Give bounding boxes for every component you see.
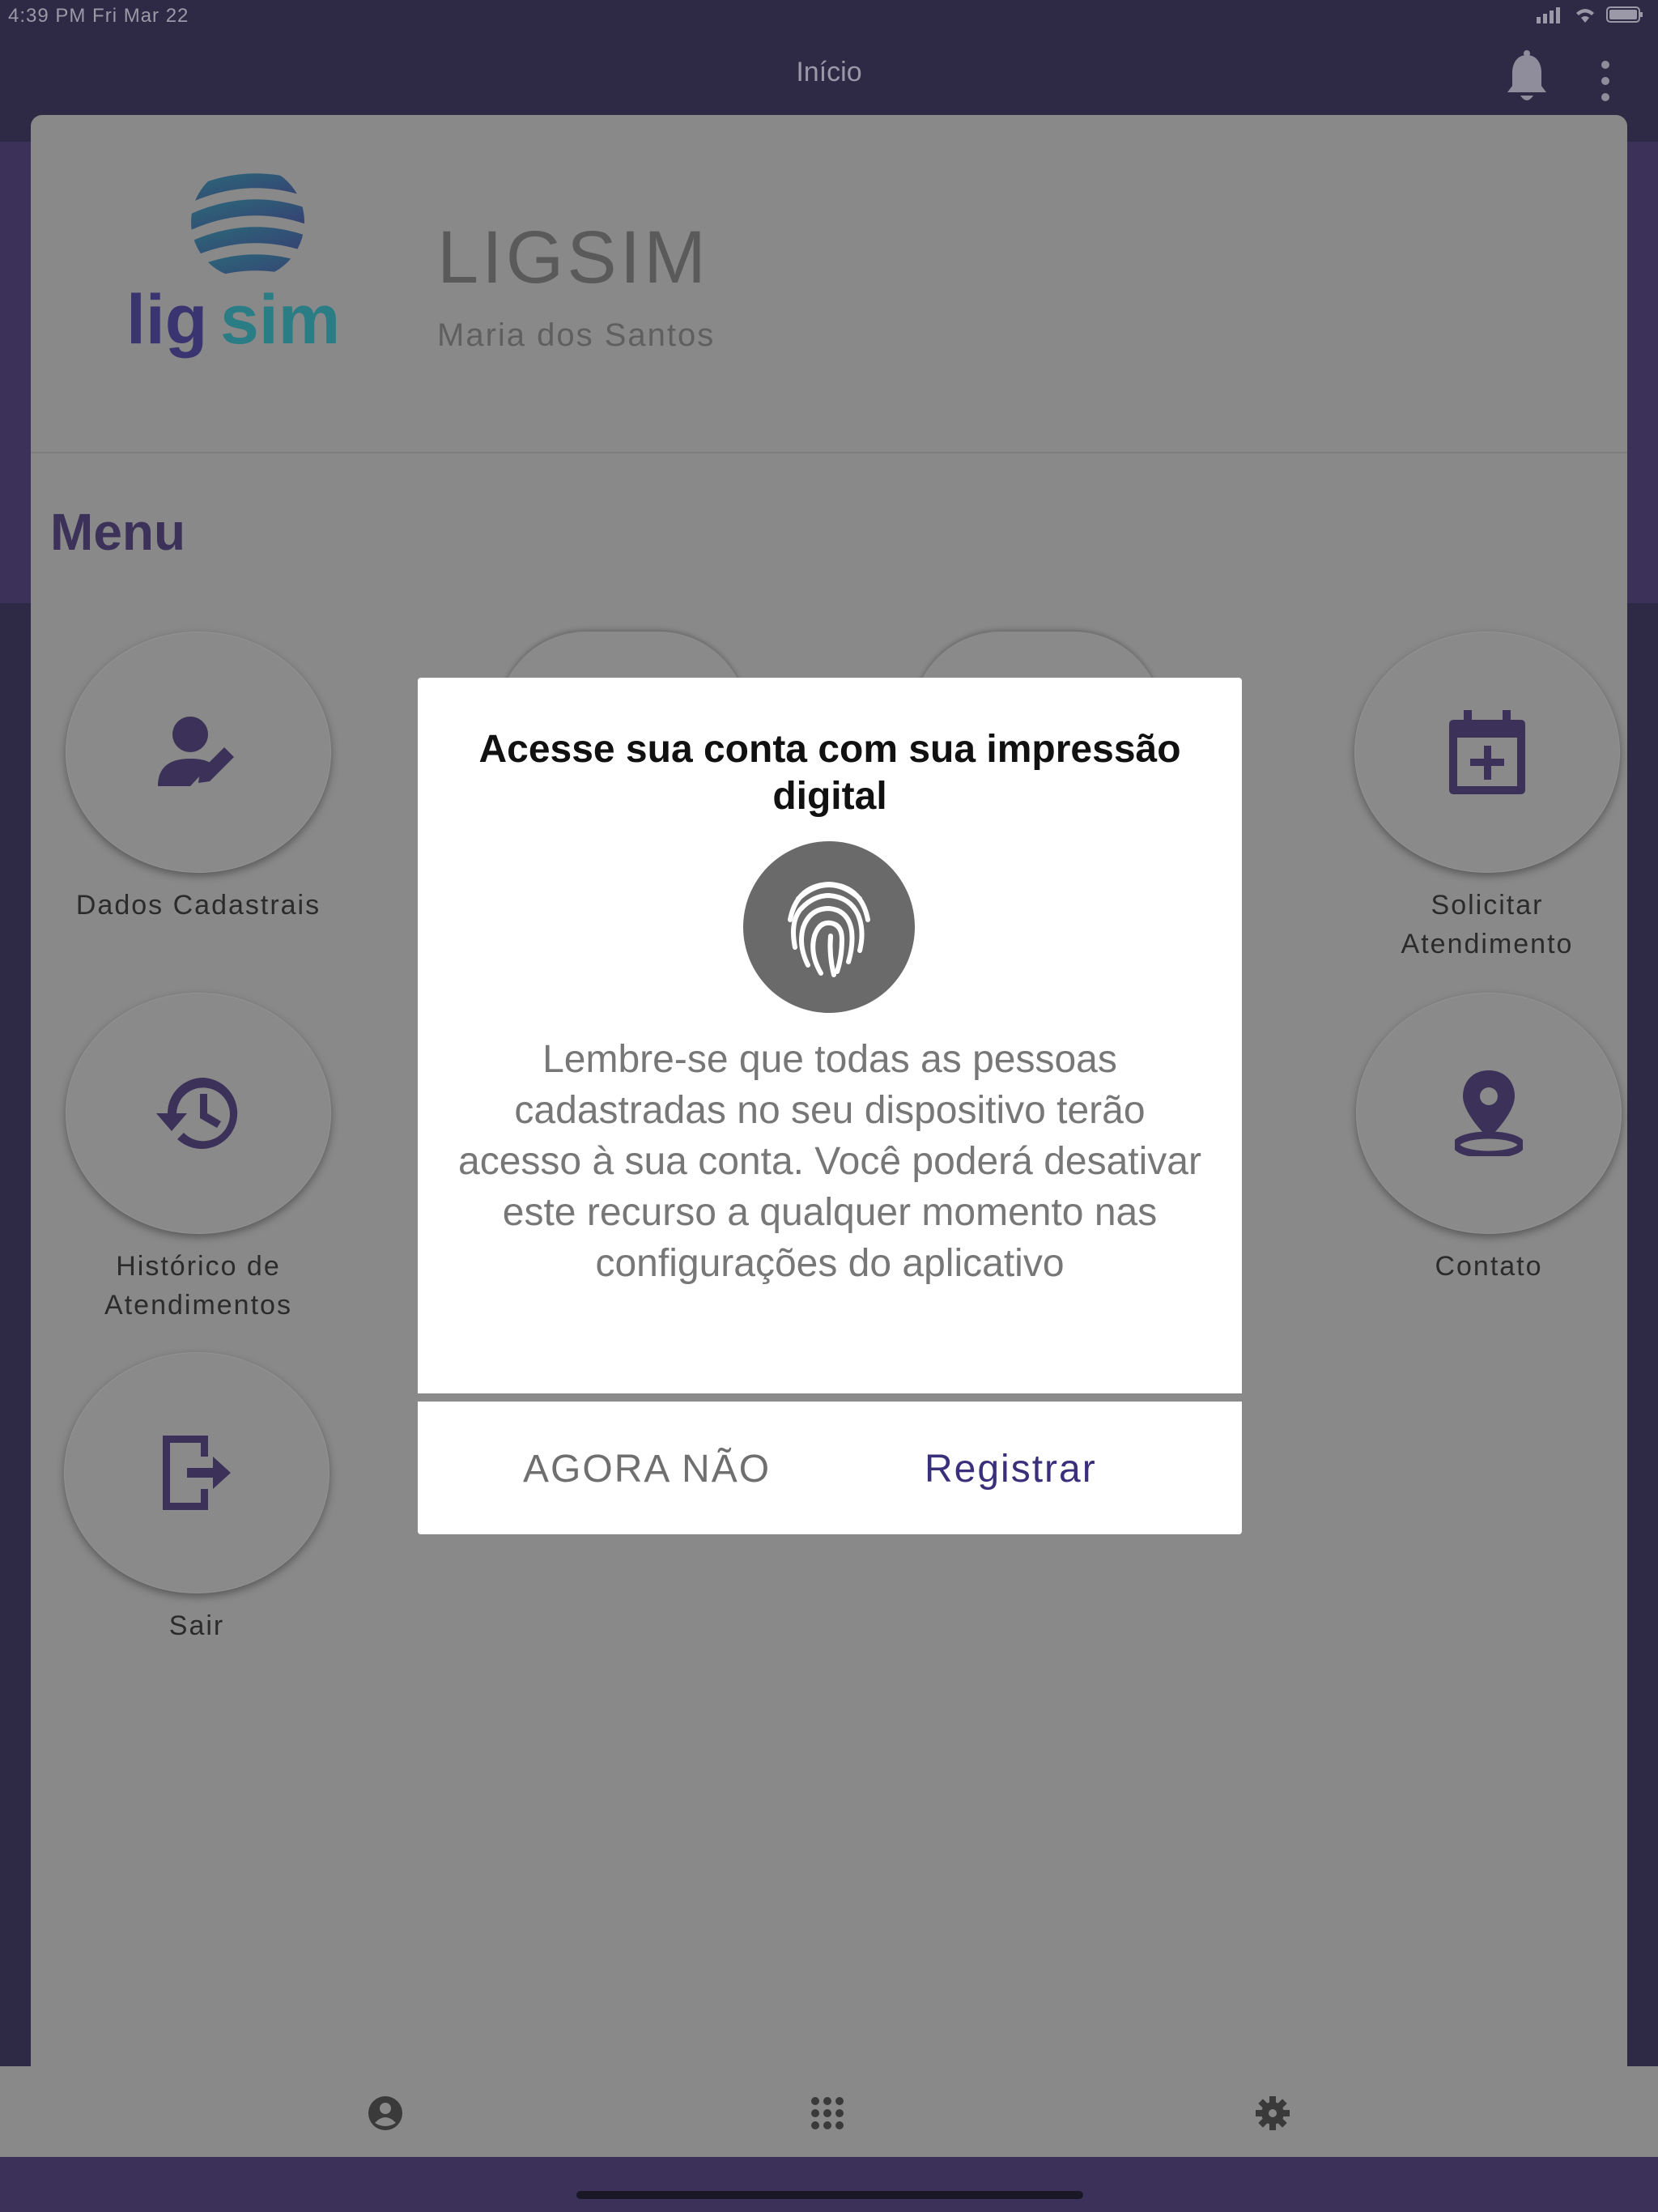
tile-label: Sair (168, 1610, 225, 1641)
status-time: 4:39 PM Fri Mar 22 (8, 5, 189, 27)
dialog-divider (418, 1393, 1242, 1402)
logo-text-lig: lig (126, 281, 207, 359)
tile-label: Histórico de Atendimentos (104, 1251, 292, 1321)
location-pin-icon (1455, 1070, 1523, 1156)
menu-tile-dados-cadastrais[interactable]: Dados Cadastrais (65, 632, 332, 925)
logo-text-sim: sim (220, 281, 340, 359)
tile-circle[interactable] (66, 632, 331, 873)
register-button[interactable]: Registrar (925, 1447, 1097, 1491)
biometric-dialog: Acesse sua conta com sua impressão digit… (418, 678, 1242, 1534)
status-bar: 4:39 PM Fri Mar 22 (0, 0, 1658, 32)
notification-bell-icon[interactable] (1504, 50, 1550, 107)
tile-circle[interactable] (64, 1352, 329, 1593)
brand-name: LIGSIM (437, 216, 709, 299)
ligsim-logo: lig sim (126, 173, 340, 359)
tile-circle[interactable] (1354, 632, 1620, 873)
dialog-actions: AGORA NÃO Registrar (418, 1402, 1242, 1534)
logout-icon (163, 1436, 231, 1510)
menu-tile-sair[interactable]: Sair (63, 1352, 330, 1645)
menu-tile-contato[interactable]: Contato (1355, 993, 1622, 1286)
tile-label: Solicitar Atendimento (1401, 890, 1574, 959)
divider (31, 452, 1627, 453)
dialog-message: Lembre-se que todas as pessoas cadastrad… (458, 1038, 1201, 1285)
tile-label: Dados Cadastrais (75, 890, 321, 921)
menu-tile-solicitar-atendimento[interactable]: Solicitar Atendimento (1354, 632, 1621, 963)
more-options-icon[interactable] (1595, 57, 1616, 108)
bottom-navigation (0, 2066, 1658, 2157)
fingerprint-icon (788, 881, 870, 977)
calendar-add-icon (1449, 710, 1525, 794)
apps-grid-icon[interactable] (810, 2095, 845, 2131)
home-indicator-area (0, 2157, 1658, 2212)
tile-circle[interactable] (1356, 993, 1622, 1234)
status-icons (1537, 5, 1643, 24)
dialog-title: Acesse sua conta com sua impressão digit… (478, 728, 1181, 818)
user-name: Maria dos Santos (437, 317, 716, 353)
settings-icon[interactable] (1255, 2095, 1290, 2131)
battery-icon (1606, 6, 1643, 23)
user-edit-icon (158, 717, 234, 786)
page-title: Início (796, 57, 862, 87)
fingerprint-badge (743, 841, 915, 1013)
tile-circle[interactable] (66, 993, 331, 1234)
menu-title: Menu (50, 503, 186, 561)
home-indicator[interactable] (576, 2191, 1083, 2199)
tile-label: Contato (1435, 1251, 1543, 1282)
not-now-button[interactable]: AGORA NÃO (523, 1447, 771, 1491)
profile-icon[interactable] (368, 2095, 403, 2131)
menu-tile-historico-atendimentos[interactable]: Histórico de Atendimentos (65, 993, 332, 1325)
wifi-icon (1576, 9, 1594, 23)
history-icon (156, 1078, 238, 1149)
signal-icon (1537, 7, 1560, 23)
